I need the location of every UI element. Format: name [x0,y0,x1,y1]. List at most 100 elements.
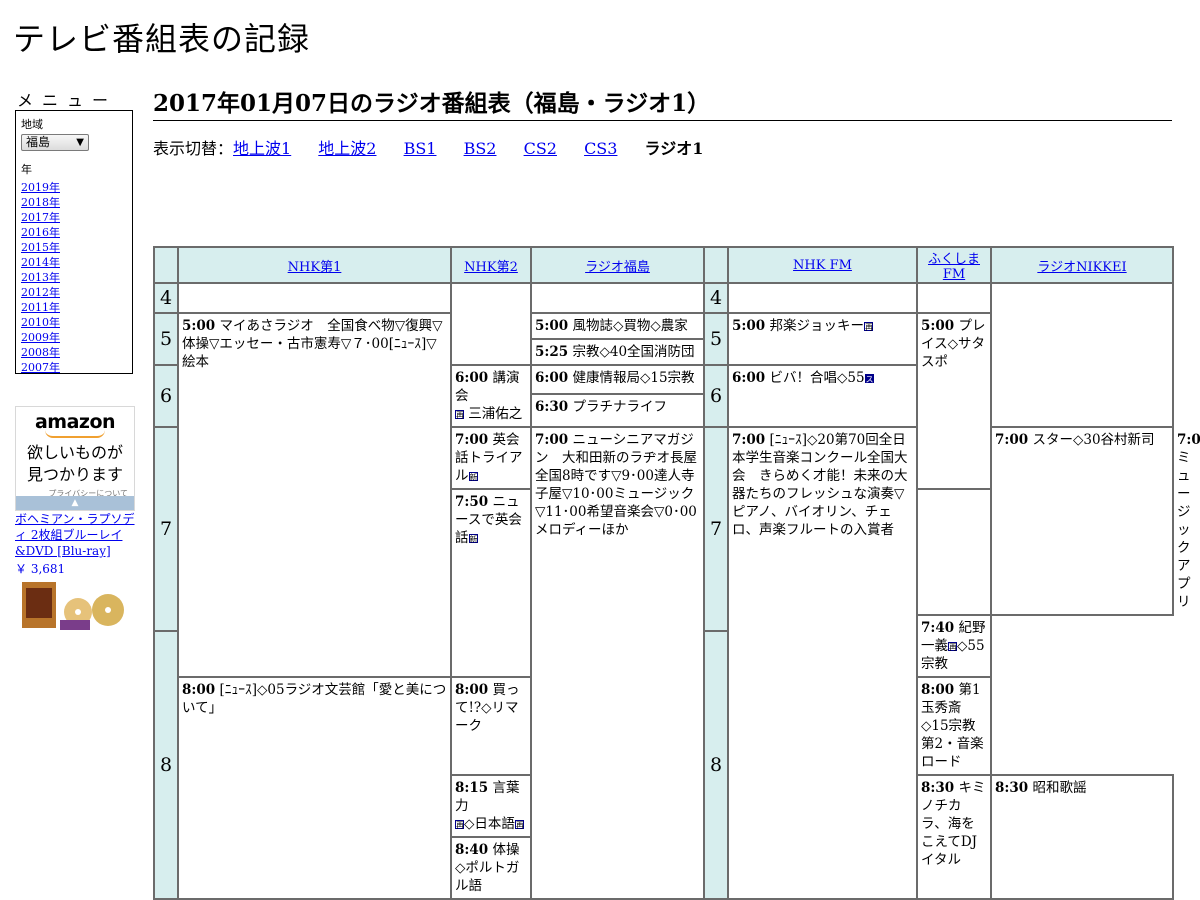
program-cell[interactable]: 7:50 ニュースで英会話新 [450,488,532,678]
channel-header-nhk-fm: NHK FM [727,246,918,284]
channel-header-row: NHK第1 NHK第2 ラジオ福島 NHK FM ふくしまFM ラジオNIKKE… [153,246,1174,284]
amazon-logo: amazon [34,411,116,433]
program-cell[interactable]: 7:00 [ﾆｭｰｽ]◇20第70回全日本学生音楽コンクール全国大会 きらめく才… [727,426,918,900]
hour-cell: 6 [703,364,729,428]
switch-terrestrial1-link[interactable]: 地上波1 [233,139,291,158]
program-cell-empty [177,282,452,314]
hour-cell: 4 [703,282,729,314]
stereo-badge-icon: ス [864,374,874,384]
program-cell[interactable]: 8:30 キミノチカラ、海をこえてDJイタル [916,774,992,900]
program-cell[interactable]: 5:00 マイあさラジオ 全国食べ物▽復興▽体操▽エッセー・古市憲寿▽７･00[… [177,312,452,678]
product-price: ￥ 3,681 [15,562,66,576]
channel-link-radio-fukushima[interactable]: ラジオ福島 [585,260,650,275]
channel-header-radio-fukushima: ラジオ福島 [530,246,705,284]
hour-cell: 7 [153,426,179,632]
switch-bs2-link[interactable]: BS2 [464,139,497,158]
switch-terrestrial2-link[interactable]: 地上波2 [318,139,376,158]
program-cell[interactable]: 7:00 スター◇30谷村新司 [990,426,1174,616]
program-cell-empty [727,282,918,314]
region-label: 地域 [21,118,43,131]
hour-cell: 5 [153,312,179,366]
product-link[interactable]: ボヘミアン・ラプソディ 2枚組ブルーレイ&DVD [Blu-ray] [15,511,140,559]
year-link-2014[interactable]: 2014年 [21,256,60,269]
menu-heading: メニュー [17,91,118,110]
page-heading: 2017年01月07日のラジオ番組表（福島・ラジオ1） [153,84,1172,121]
program-cell[interactable]: 8:00 買って!?◇リマーク [450,676,532,776]
year-link-2018[interactable]: 2018年 [21,196,60,209]
program-cell-empty [916,282,992,314]
program-cell[interactable]: 5:25 宗教◇40全国消防団 [530,338,705,366]
channel-link-fukushima-fm[interactable]: ふくしまFM [928,252,980,282]
program-cell[interactable]: 8:30 昭和歌謡 [990,774,1174,900]
hour-cell: 5 [703,312,729,366]
hour-header-right [703,246,729,284]
site-title: テレビ番組表の記録 [13,20,311,58]
hour-cell: 4 [153,282,179,314]
rebroadcast-badge-icon: 再 [948,642,957,652]
schedule-row: 4 4 [153,282,1174,428]
program-cell[interactable]: 6:00 ビバ！合唱◇55ス [727,364,918,428]
ad-chevron-up-icon[interactable]: ▲ [16,496,134,510]
rebroadcast-badge-icon: 再 [455,410,464,420]
program-cell-empty [450,282,532,366]
year-link-2017[interactable]: 2017年 [21,211,60,224]
program-cell[interactable]: 8:40 体操◇ポルトガル語 [450,836,532,900]
year-link-2013[interactable]: 2013年 [21,271,60,284]
year-label: 年 [21,163,32,176]
switch-bs1-link[interactable]: BS1 [404,139,437,158]
program-cell-empty [530,282,705,314]
switch-cs2-link[interactable]: CS2 [524,139,557,158]
program-cell-empty [990,282,1174,428]
switch-radio1-current: ラジオ1 [644,139,704,158]
hour-cell: 8 [703,630,729,900]
year-link-2019[interactable]: 2019年 [21,181,60,194]
channel-header-nhk2: NHK第2 [450,246,532,284]
program-cell[interactable]: 8:15 言葉力 再◇日本語再 [450,774,532,838]
program-cell[interactable]: 7:00 ニューシニアマガジン 大和田新のラヂオ長屋 全国8時です▽9･00達人… [530,426,711,900]
year-link-2009[interactable]: 2009年 [21,331,60,344]
amazon-ad-banner[interactable]: amazon 欲しいものが 見つかります プライバシーについて ▲ [15,406,135,511]
year-list: 2019年 2018年 2017年 2016年 2015年 2014年 2013… [21,180,132,375]
program-cell[interactable]: 5:00 風物誌◇買物◇農家 [530,312,705,340]
year-link-2011[interactable]: 2011年 [21,301,60,314]
year-link-2012[interactable]: 2012年 [21,286,60,299]
dropdown-caret-icon: ▼ [76,137,84,148]
channel-link-radio-nikkei[interactable]: ラジオNIKKEI [1037,260,1126,275]
hour-cell: 6 [153,364,179,428]
rebroadcast-badge-icon: 再 [514,820,524,830]
program-cell[interactable]: 8:00 第1玉秀斎◇15宗教第2・音楽ロード [916,676,992,776]
region-select[interactable]: 福島 ▼ [21,134,89,151]
program-cell[interactable]: 7:00 英会話トライアル新 [450,426,532,490]
channel-link-nhk-fm[interactable]: NHK FM [793,258,852,273]
region-select-value: 福島 [26,135,51,149]
switcher-label: 表示切替： [153,139,234,158]
program-cell[interactable]: 5:00 プレイス◇サタスポ [916,312,992,490]
year-link-2010[interactable]: 2010年 [21,316,60,329]
radio-schedule-table: NHK第1 NHK第2 ラジオ福島 NHK FM ふくしまFM ラジオNIKKE… [153,246,1200,900]
new-badge-icon: 新 [468,534,478,544]
hour-cell: 8 [153,630,179,900]
program-cell[interactable]: 6:30 プラチナライフ [530,393,705,428]
menu-panel: 地域 福島 ▼ 年 2019年 2018年 2017年 2016年 2015年 2… [15,110,133,374]
channel-header-nhk1: NHK第1 [177,246,452,284]
channel-link-nhk1[interactable]: NHK第1 [288,260,342,275]
view-switcher: 表示切替：地上波1 地上波2 BS1 BS2 CS2 CS3 ラジオ1 [153,135,703,159]
channel-link-nhk2[interactable]: NHK第2 [464,260,518,275]
program-cell[interactable]: 8:00 [ﾆｭｰｽ]◇05ラジオ文芸館「愛と美について」 [177,676,452,900]
channel-header-radio-nikkei: ラジオNIKKEI [990,246,1174,284]
year-link-2015[interactable]: 2015年 [21,241,60,254]
ad-text: 欲しいものが 見つかります [26,443,123,484]
program-cell[interactable]: 5:00 邦楽ジョッキー再 [727,312,918,366]
year-link-2016[interactable]: 2016年 [21,226,60,239]
program-cell[interactable]: 6:00 講演会再 三浦佑之 [450,364,532,428]
switch-cs3-link[interactable]: CS3 [584,139,617,158]
new-badge-icon: 新 [468,472,478,482]
program-cell[interactable]: 7:40 紀野一義再◇55宗教 [916,614,992,678]
rebroadcast-badge-icon: 再 [455,820,464,830]
program-cell[interactable]: 6:00 健康情報局◇15宗教 [530,363,705,396]
channel-header-fukushima-fm: ふくしまFM [916,246,992,284]
year-link-2008[interactable]: 2008年 [21,346,60,359]
product-image[interactable] [20,580,130,630]
hour-header-left [153,246,179,284]
year-link-2007[interactable]: 2007年 [21,361,60,374]
